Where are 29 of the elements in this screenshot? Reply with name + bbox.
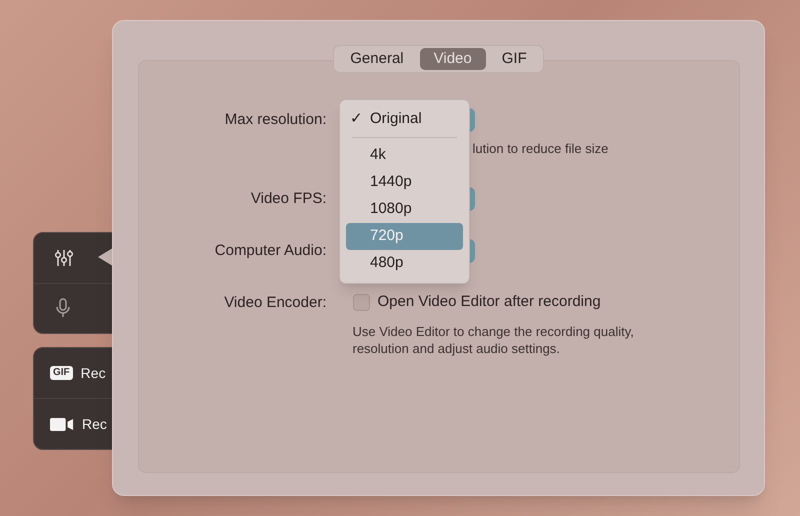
gif-badge: GIF <box>50 366 73 380</box>
tab[interactable]: General <box>336 48 418 70</box>
video-camera-icon <box>50 418 74 430</box>
tab[interactable]: GIF <box>488 48 541 70</box>
sliders-icon[interactable] <box>54 248 74 268</box>
menu-item[interactable]: 1080p <box>346 196 463 223</box>
menu-item-label: 1440p <box>370 172 412 192</box>
field-label: Computer Audio: <box>214 240 326 260</box>
menu-item[interactable]: ✓ Original <box>346 106 463 133</box>
menu-item[interactable]: 1440p <box>346 169 463 196</box>
field-label: Video Encoder: <box>223 292 326 312</box>
menu-item[interactable]: 480p <box>346 250 463 277</box>
checkbox[interactable] <box>352 294 370 311</box>
description-text: Use Video Editor to change the recording quality, resolution and adjust audio settings. <box>352 322 635 356</box>
record-label[interactable]: Rec <box>80 362 106 384</box>
tab[interactable]: Video <box>420 48 486 70</box>
menu-item-label: 720p <box>370 226 404 246</box>
microphone-icon[interactable] <box>54 298 72 318</box>
field-label: Video FPS: <box>250 188 326 208</box>
hint-text: lution to reduce file size <box>472 140 608 158</box>
checkbox-label[interactable]: Open Video Editor after recording <box>378 291 601 314</box>
menu-item-label: 480p <box>370 253 404 274</box>
field-label: Max resolution: <box>224 110 326 130</box>
menu-item[interactable]: 4k <box>346 142 463 169</box>
menu-item-label: Original <box>370 109 422 130</box>
record-label[interactable]: Rec <box>82 414 107 434</box>
menu-item-label: 4k <box>370 145 386 166</box>
checkmark-icon: ✓ <box>350 108 370 131</box>
menu-item-label: 1080p <box>370 199 412 220</box>
